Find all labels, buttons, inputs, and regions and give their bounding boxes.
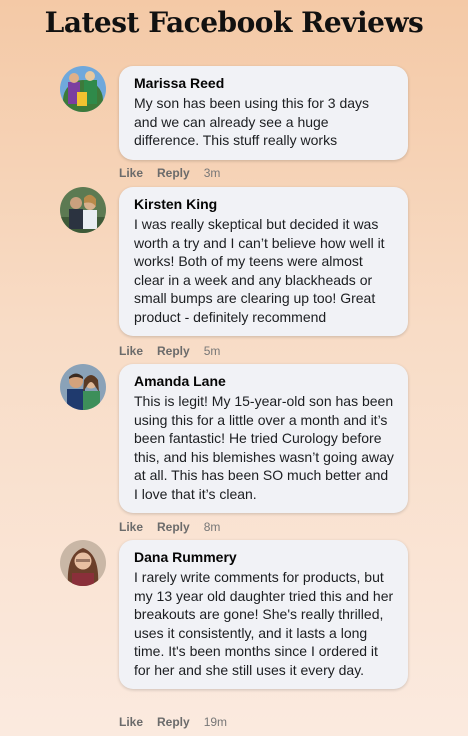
commenter-name[interactable]: Marissa Reed: [134, 75, 394, 91]
like-button[interactable]: Like: [119, 344, 143, 358]
comment-actions: Like Reply 8m: [119, 520, 220, 534]
reply-button[interactable]: Reply: [157, 166, 190, 180]
avatar[interactable]: [60, 540, 106, 586]
avatar[interactable]: [60, 66, 106, 112]
avatar[interactable]: [60, 187, 106, 233]
like-button[interactable]: Like: [119, 520, 143, 534]
commenter-name[interactable]: Dana Rummery: [134, 549, 394, 565]
page-title: Latest Facebook Reviews: [44, 6, 424, 39]
comment-text: I rarely write comments for products, bu…: [134, 569, 394, 678]
comment-bubble: Dana Rummery I rarely write comments for…: [119, 540, 408, 689]
reply-button[interactable]: Reply: [157, 520, 190, 534]
comment-timestamp: 19m: [203, 715, 228, 729]
comment-bubble: Marissa Reed My son has been using this …: [119, 66, 408, 160]
comment-text: My son has been using this for 3 days an…: [134, 95, 370, 148]
commenter-name[interactable]: Kirsten King: [134, 196, 394, 212]
comment-actions: Like Reply 19m: [119, 715, 227, 729]
avatar[interactable]: [60, 364, 106, 410]
comment-text: I was really skeptical but decided it wa…: [134, 216, 385, 325]
reply-button[interactable]: Reply: [157, 715, 190, 729]
comment-timestamp: 8m: [203, 520, 221, 534]
comment-timestamp: 5m: [203, 344, 221, 358]
comment-timestamp: 3m: [203, 166, 221, 180]
comment-bubble: Kirsten King I was really skeptical but …: [119, 187, 408, 336]
comment-bubble: Amanda Lane This is legit! My 15-year-ol…: [119, 364, 408, 513]
comment-actions: Like Reply 5m: [119, 344, 220, 358]
comment-actions: Like Reply 3m: [119, 166, 220, 180]
comment-text: This is legit! My 15-year-old son has be…: [134, 393, 394, 502]
commenter-name[interactable]: Amanda Lane: [134, 373, 394, 389]
like-button[interactable]: Like: [119, 166, 143, 180]
like-button[interactable]: Like: [119, 715, 143, 729]
reply-button[interactable]: Reply: [157, 344, 190, 358]
